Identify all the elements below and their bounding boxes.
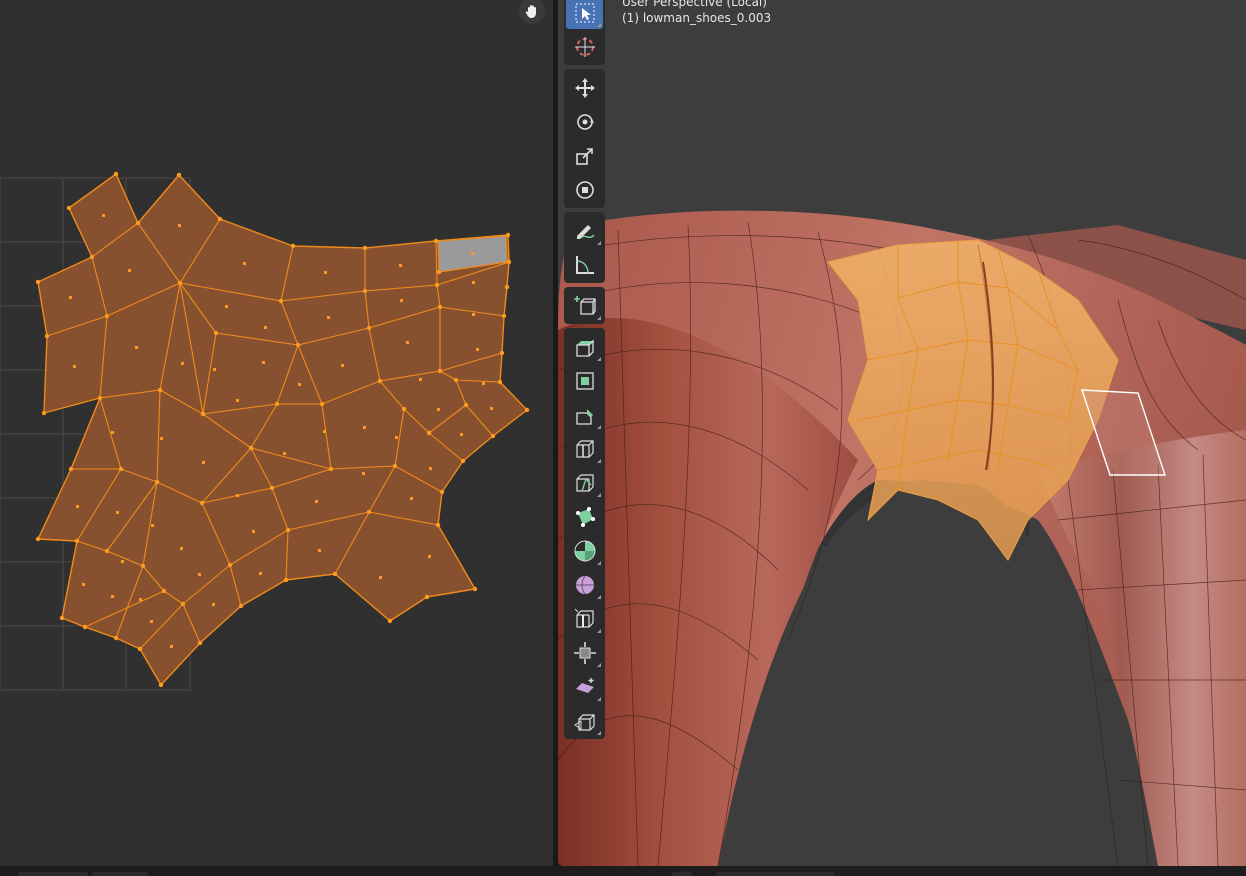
active-object-label: (1) lowman_shoes_0.003	[622, 11, 772, 25]
edge-slide-icon	[574, 608, 594, 628]
loop-cut-tool[interactable]	[566, 432, 603, 465]
status-bar	[0, 866, 1246, 876]
spin-icon	[574, 540, 595, 561]
status-tab[interactable]	[716, 872, 834, 876]
status-tab[interactable]	[92, 872, 148, 876]
knife-tool[interactable]	[566, 466, 603, 499]
viewport-header-text: User Perspective (Local) (1) lowman_shoe…	[622, 0, 771, 26]
uv-canvas[interactable]	[0, 0, 553, 866]
loop-cut-icon	[575, 439, 594, 458]
hand-icon	[525, 5, 536, 18]
view-perspective-label: User Perspective (Local)	[622, 0, 767, 9]
knife-icon	[575, 473, 594, 492]
pencil-icon	[576, 224, 595, 239]
spin-tool[interactable]	[566, 534, 603, 567]
bevel-icon	[575, 408, 593, 425]
shrink-fatten-icon	[573, 641, 596, 664]
poly-build-icon	[575, 506, 595, 527]
extrude-region-tool[interactable]	[566, 330, 603, 363]
cursor-icon	[574, 36, 595, 57]
3d-viewport[interactable]: User Perspective (Local) (1) lowman_shoe…	[558, 0, 1246, 866]
status-tab[interactable]	[672, 872, 692, 876]
shear-tool[interactable]	[566, 670, 603, 703]
shear-icon	[575, 677, 594, 693]
ruler-icon	[575, 255, 594, 274]
select-box-tool[interactable]	[566, 0, 603, 29]
tool-shelf	[564, 0, 605, 743]
measure-tool[interactable]	[566, 248, 603, 281]
add-cube-icon	[573, 295, 596, 315]
tool-group-transform	[564, 69, 605, 208]
move-icon	[574, 77, 595, 98]
tool-group-mesh	[564, 328, 605, 739]
rip-region-tool[interactable]	[566, 704, 603, 737]
select-box-icon	[575, 3, 594, 22]
inset-faces-tool[interactable]	[566, 364, 603, 397]
transform-tool[interactable]	[566, 173, 603, 206]
smooth-tool[interactable]	[566, 568, 603, 601]
rotate-icon	[576, 113, 594, 130]
extrude-icon	[575, 338, 594, 357]
cursor-tool[interactable]	[566, 30, 603, 63]
scale-icon	[575, 147, 593, 165]
edge-slide-tool[interactable]	[566, 602, 603, 635]
viewport-canvas[interactable]	[558, 0, 1246, 866]
rotate-tool[interactable]	[566, 105, 603, 138]
shrink-fatten-tool[interactable]	[566, 636, 603, 669]
poly-build-tool[interactable]	[566, 500, 603, 533]
rip-region-icon	[573, 713, 595, 731]
add-cube-tool[interactable]	[566, 289, 603, 322]
tool-group-add	[564, 287, 605, 324]
bevel-tool[interactable]	[566, 398, 603, 431]
transform-icon	[575, 180, 594, 199]
tool-group-annotate	[564, 212, 605, 283]
uv-editor[interactable]	[0, 0, 553, 866]
status-tab[interactable]	[18, 872, 88, 876]
annotate-tool[interactable]	[566, 214, 603, 247]
move-tool[interactable]	[566, 71, 603, 104]
inset-icon	[575, 371, 594, 390]
tool-group-select	[564, 0, 605, 65]
scale-tool[interactable]	[566, 139, 603, 172]
smooth-icon	[575, 575, 594, 594]
